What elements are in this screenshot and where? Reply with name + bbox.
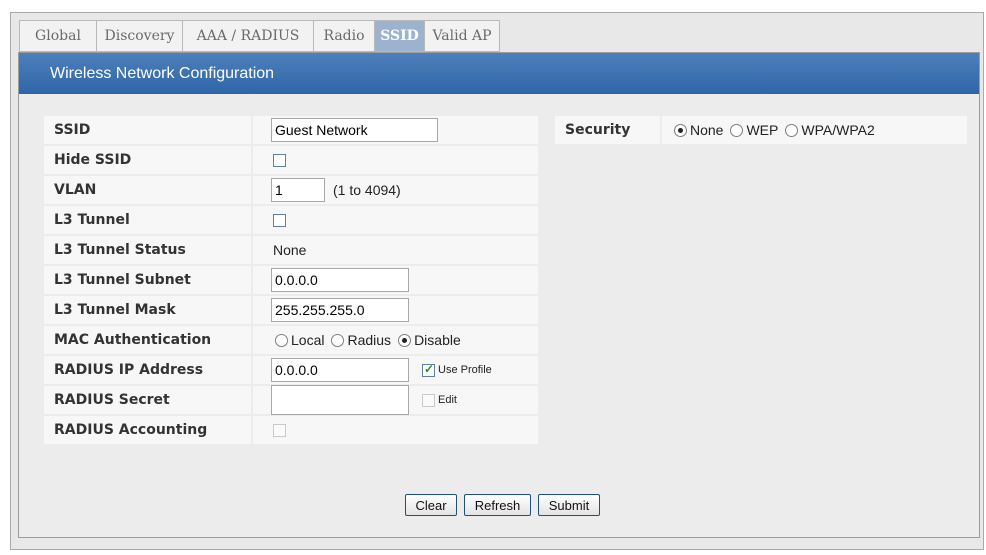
hide-ssid-label: Hide SSID bbox=[44, 146, 251, 174]
radius-secret-label: RADIUS Secret bbox=[44, 386, 251, 414]
security-label: Security bbox=[555, 116, 660, 144]
security-cell: None WEP WPA/WPA2 bbox=[662, 116, 967, 144]
tab-bar: Global Discovery AAA / RADIUS Radio SSID… bbox=[19, 20, 500, 52]
vlan-cell: (1 to 4094) bbox=[253, 176, 538, 204]
security-none-radio[interactable] bbox=[674, 123, 687, 137]
radius-secret-cell: Edit bbox=[253, 385, 538, 415]
security-wep-radio[interactable] bbox=[730, 123, 744, 137]
security-wpa-radio[interactable] bbox=[785, 123, 799, 137]
radius-accounting-checkbox[interactable] bbox=[273, 423, 286, 437]
l3-tunnel-status-cell: None bbox=[253, 236, 538, 264]
security-none-label: None bbox=[690, 122, 724, 138]
form-area: SSID Hide SSID VLAN (1 to 4094) L3 Tunne… bbox=[19, 94, 979, 537]
radius-accounting-cell bbox=[253, 416, 538, 444]
mac-auth-radius-option[interactable]: Radius bbox=[331, 332, 391, 348]
tab-global[interactable]: Global bbox=[19, 20, 96, 52]
l3-tunnel-status-value: None bbox=[273, 242, 307, 258]
submit-button[interactable]: Submit bbox=[538, 494, 600, 516]
l3-tunnel-mask-input[interactable] bbox=[271, 298, 409, 322]
ssid-input[interactable] bbox=[271, 118, 438, 142]
l3-tunnel-mask-label: L3 Tunnel Mask bbox=[44, 296, 251, 324]
tab-discovery[interactable]: Discovery bbox=[96, 20, 182, 52]
tab-radio[interactable]: Radio bbox=[313, 20, 374, 52]
clear-button[interactable]: Clear bbox=[405, 494, 457, 516]
edit-secret-checkbox[interactable] bbox=[422, 393, 435, 407]
radius-secret-input[interactable] bbox=[271, 385, 409, 415]
l3-tunnel-status-label: L3 Tunnel Status bbox=[44, 236, 251, 264]
use-profile-checkbox[interactable] bbox=[422, 362, 435, 377]
mac-auth-label: MAC Authentication bbox=[44, 326, 251, 354]
mac-auth-cell: Local Radius Disable bbox=[253, 326, 538, 354]
mac-auth-disable-radio[interactable] bbox=[398, 333, 412, 347]
mac-auth-radio-group: Local Radius Disable bbox=[275, 332, 468, 348]
mac-auth-disable-option[interactable]: Disable bbox=[398, 332, 461, 348]
refresh-button[interactable]: Refresh bbox=[464, 494, 531, 516]
vlan-label: VLAN bbox=[44, 176, 251, 204]
l3-tunnel-subnet-cell bbox=[253, 266, 538, 294]
config-panel: Wireless Network Configuration SSID Hide… bbox=[18, 52, 980, 538]
l3-tunnel-checkbox[interactable] bbox=[273, 213, 286, 227]
security-radio-group: None WEP WPA/WPA2 bbox=[674, 122, 882, 138]
mac-auth-disable-label: Disable bbox=[414, 332, 461, 348]
l3-tunnel-subnet-input[interactable] bbox=[271, 268, 409, 292]
mac-auth-local-label: Local bbox=[291, 332, 325, 348]
tab-valid-ap[interactable]: Valid AP bbox=[424, 20, 500, 52]
security-wpa-option[interactable]: WPA/WPA2 bbox=[785, 122, 875, 138]
security-none-option[interactable]: None bbox=[674, 122, 723, 138]
window-frame: Global Discovery AAA / RADIUS Radio SSID… bbox=[10, 12, 984, 550]
security-wep-label: WEP bbox=[746, 122, 779, 138]
security-wpa-label: WPA/WPA2 bbox=[801, 122, 875, 138]
tab-aaa-radius[interactable]: AAA / RADIUS bbox=[182, 20, 313, 52]
security-wep-option[interactable]: WEP bbox=[730, 122, 778, 138]
hide-ssid-cell bbox=[253, 146, 538, 174]
vlan-range-hint: (1 to 4094) bbox=[333, 182, 401, 198]
mac-auth-local-option[interactable]: Local bbox=[275, 332, 324, 348]
radius-ip-label: RADIUS IP Address bbox=[44, 356, 251, 384]
l3-tunnel-subnet-label: L3 Tunnel Subnet bbox=[44, 266, 251, 294]
tab-ssid[interactable]: SSID bbox=[374, 20, 424, 52]
use-profile-label: Use Profile bbox=[438, 364, 492, 376]
hide-ssid-checkbox[interactable] bbox=[273, 153, 286, 167]
mac-auth-radius-radio[interactable] bbox=[331, 333, 345, 347]
edit-secret-label: Edit bbox=[438, 394, 457, 406]
vlan-input[interactable] bbox=[271, 178, 325, 202]
radius-ip-input[interactable] bbox=[271, 358, 409, 382]
radius-accounting-label: RADIUS Accounting bbox=[44, 416, 251, 444]
ssid-label: SSID bbox=[44, 116, 251, 144]
radius-ip-cell: Use Profile bbox=[253, 356, 538, 384]
mac-auth-local-radio[interactable] bbox=[275, 333, 288, 347]
l3-tunnel-cell bbox=[253, 206, 538, 234]
ssid-cell bbox=[253, 116, 538, 144]
mac-auth-radius-label: Radius bbox=[347, 332, 392, 348]
panel-header: Wireless Network Configuration bbox=[19, 53, 979, 94]
panel-title: Wireless Network Configuration bbox=[50, 64, 275, 82]
l3-tunnel-mask-cell bbox=[253, 296, 538, 324]
l3-tunnel-label: L3 Tunnel bbox=[44, 206, 251, 234]
